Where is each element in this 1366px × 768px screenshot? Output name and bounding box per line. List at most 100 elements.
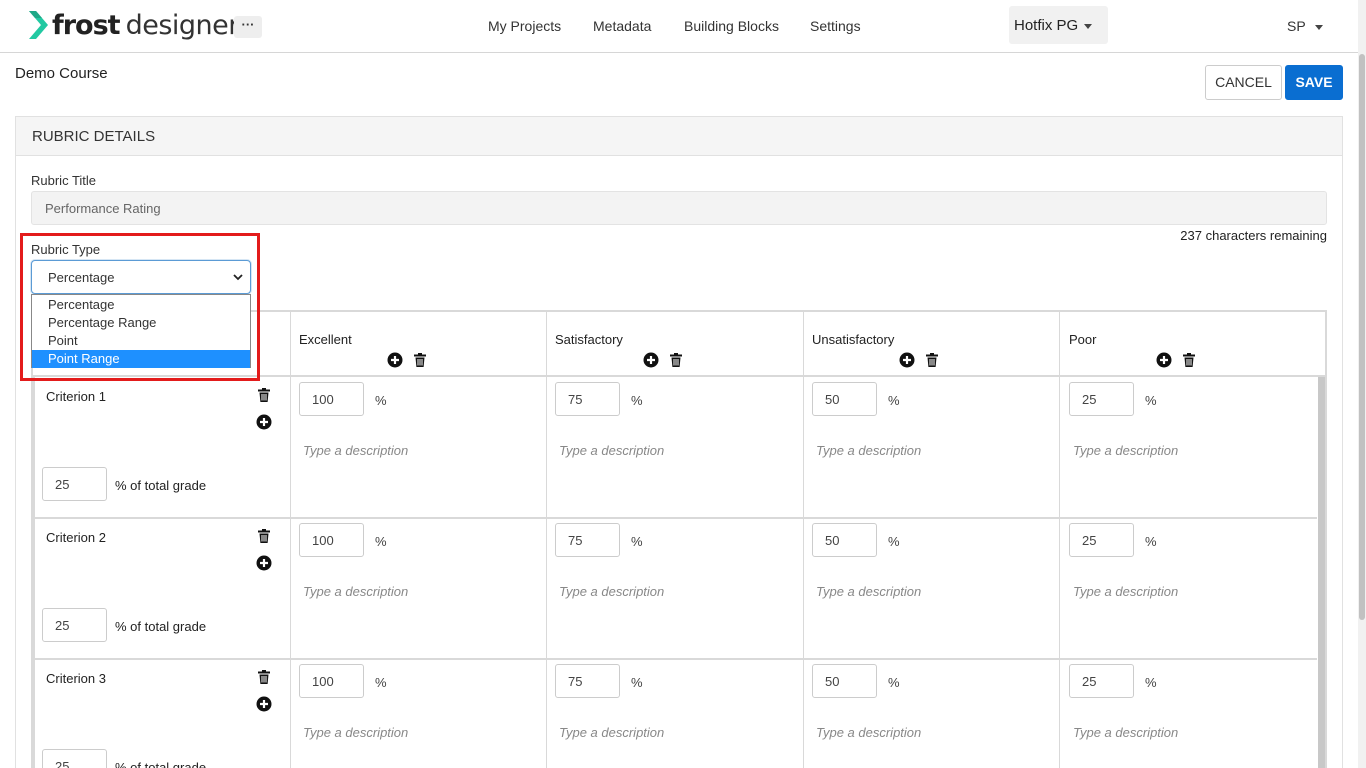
score-input[interactable]: 25 xyxy=(1069,382,1134,416)
rubric-details-heading: RUBRIC DETAILS xyxy=(16,117,1342,156)
level-description-input[interactable]: Type a description xyxy=(559,443,664,458)
nav-metadata[interactable]: Metadata xyxy=(593,18,651,34)
level-header-unsatisfactory: Unsatisfactory xyxy=(812,332,895,347)
score-input[interactable]: 25 xyxy=(1069,523,1134,557)
trash-icon[interactable] xyxy=(1181,352,1197,368)
score-input[interactable]: 50 xyxy=(812,382,877,416)
rubric-type-label: Rubric Type xyxy=(31,242,101,257)
rubric-type-selected: Percentage xyxy=(48,270,115,285)
project-selector[interactable]: Hotfix PG xyxy=(1009,6,1108,44)
percent-unit: % xyxy=(375,534,387,549)
score-input[interactable]: 25 xyxy=(1069,664,1134,698)
trash-icon[interactable] xyxy=(256,387,272,403)
score-input[interactable]: 100 xyxy=(299,523,364,557)
plus-circle-icon[interactable] xyxy=(899,352,915,368)
chevron-down-icon xyxy=(1084,23,1093,29)
grid-divider xyxy=(33,375,1325,377)
logo-text-frost: frost xyxy=(52,9,121,41)
criterion-weight-input[interactable]: 25 xyxy=(42,467,107,501)
score-input[interactable]: 100 xyxy=(299,382,364,416)
top-navbar: frost designer ··· My Projects Metadata … xyxy=(0,0,1358,53)
page-scrollbar-thumb[interactable] xyxy=(1359,54,1365,620)
plus-circle-icon[interactable] xyxy=(387,352,403,368)
level-header-poor: Poor xyxy=(1069,332,1097,347)
nav-my-projects[interactable]: My Projects xyxy=(488,18,561,34)
option-percentage-range[interactable]: Percentage Range xyxy=(32,314,250,332)
trash-icon[interactable] xyxy=(668,352,684,368)
user-menu[interactable]: SP xyxy=(1287,18,1323,34)
rubric-grid-scrollbar[interactable] xyxy=(1318,377,1325,768)
level-description-input[interactable]: Type a description xyxy=(1073,584,1178,599)
frost-logo-icon xyxy=(29,11,48,39)
level-description-input[interactable]: Type a description xyxy=(303,584,408,599)
grid-divider xyxy=(33,658,1317,660)
plus-circle-icon[interactable] xyxy=(643,352,659,368)
level-actions xyxy=(643,352,684,368)
cancel-button[interactable]: CANCEL xyxy=(1205,65,1282,100)
plus-circle-icon[interactable] xyxy=(256,696,272,712)
trash-icon[interactable] xyxy=(412,352,428,368)
rubric-type-dropdown: Percentage Percentage Range Point Point … xyxy=(31,294,251,368)
level-description-input[interactable]: Type a description xyxy=(1073,725,1178,740)
grid-divider xyxy=(33,377,35,768)
weight-suffix-label: % of total grade xyxy=(115,760,207,768)
plus-circle-icon[interactable] xyxy=(256,555,272,571)
level-description-input[interactable]: Type a description xyxy=(303,725,408,740)
course-title: Demo Course xyxy=(15,65,108,82)
score-input[interactable]: 100 xyxy=(299,664,364,698)
percent-unit: % xyxy=(375,675,387,690)
trash-icon[interactable] xyxy=(924,352,940,368)
chevron-down-icon xyxy=(1314,24,1323,30)
trash-icon[interactable] xyxy=(256,528,272,544)
plus-circle-icon[interactable] xyxy=(1156,352,1172,368)
grid-divider xyxy=(1059,312,1060,768)
grid-divider xyxy=(803,312,804,768)
nav-settings[interactable]: Settings xyxy=(810,18,861,34)
criterion-weight-input[interactable]: 25 xyxy=(42,608,107,642)
rubric-type-select[interactable]: Percentage xyxy=(31,260,251,294)
percent-unit: % xyxy=(888,675,900,690)
criterion-name[interactable]: Criterion 3 xyxy=(46,671,106,686)
level-description-input[interactable]: Type a description xyxy=(816,584,921,599)
percent-unit: % xyxy=(631,534,643,549)
percent-unit: % xyxy=(631,675,643,690)
option-percentage[interactable]: Percentage xyxy=(32,296,250,314)
score-input[interactable]: 75 xyxy=(555,664,620,698)
criterion-actions xyxy=(256,528,272,582)
grid-divider xyxy=(33,517,1317,519)
level-description-input[interactable]: Type a description xyxy=(559,725,664,740)
project-name: Hotfix PG xyxy=(1014,17,1079,34)
grid-divider xyxy=(546,312,547,768)
save-button[interactable]: SAVE xyxy=(1285,65,1343,100)
level-description-input[interactable]: Type a description xyxy=(303,443,408,458)
weight-suffix-label: % of total grade xyxy=(115,619,207,634)
percent-unit: % xyxy=(888,534,900,549)
criterion-actions xyxy=(256,669,272,723)
option-point[interactable]: Point xyxy=(32,332,250,350)
level-description-input[interactable]: Type a description xyxy=(816,725,921,740)
level-description-input[interactable]: Type a description xyxy=(559,584,664,599)
score-input[interactable]: 50 xyxy=(812,523,877,557)
level-actions xyxy=(899,352,940,368)
score-input[interactable]: 50 xyxy=(812,664,877,698)
more-options-button[interactable]: ··· xyxy=(234,16,262,38)
level-description-input[interactable]: Type a description xyxy=(1073,443,1178,458)
criterion-name[interactable]: Criterion 1 xyxy=(46,389,106,404)
option-point-range[interactable]: Point Range xyxy=(32,350,250,368)
trash-icon[interactable] xyxy=(256,669,272,685)
nav-building-blocks[interactable]: Building Blocks xyxy=(684,18,779,34)
plus-circle-icon[interactable] xyxy=(256,414,272,430)
percent-unit: % xyxy=(375,393,387,408)
percent-unit: % xyxy=(631,393,643,408)
criterion-name[interactable]: Criterion 2 xyxy=(46,530,106,545)
criterion-actions xyxy=(256,387,272,441)
percent-unit: % xyxy=(1145,534,1157,549)
characters-remaining: 237 characters remaining xyxy=(1180,228,1327,243)
level-description-input[interactable]: Type a description xyxy=(816,443,921,458)
rubric-title-input[interactable]: Performance Rating xyxy=(31,191,1327,225)
grid-divider xyxy=(290,312,291,768)
frost-designer-logo[interactable]: frost designer xyxy=(27,8,239,42)
criterion-weight-input[interactable]: 25 xyxy=(42,749,107,768)
score-input[interactable]: 75 xyxy=(555,382,620,416)
score-input[interactable]: 75 xyxy=(555,523,620,557)
